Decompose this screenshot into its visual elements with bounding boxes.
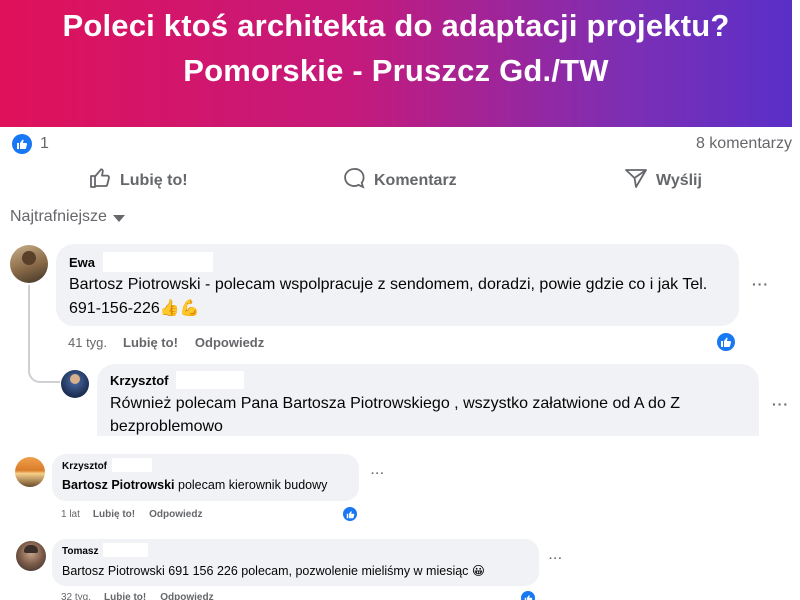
comment-button[interactable]: Komentarz bbox=[342, 166, 457, 195]
comment-meta: 41 tyg. Lubię to! Odpowiedz bbox=[68, 335, 264, 350]
post-title-line-2: Pomorskie - Pruszcz Gd./TW bbox=[183, 53, 609, 88]
comment-options-button[interactable]: ··· bbox=[549, 553, 563, 565]
comment-timestamp[interactable]: 32 tyg. bbox=[61, 592, 91, 600]
send-button-label: Wyślij bbox=[656, 171, 702, 189]
comment-timestamp[interactable]: 41 tyg. bbox=[68, 335, 107, 350]
redacted-name bbox=[111, 458, 152, 472]
avatar[interactable] bbox=[61, 370, 89, 398]
comment-meta: 32 tyg. Lubię to! Odpowiedz bbox=[61, 592, 214, 600]
send-button[interactable]: Wyślij bbox=[624, 166, 702, 195]
comment-button-label: Komentarz bbox=[374, 171, 457, 189]
redacted-name bbox=[176, 370, 245, 389]
comment-author[interactable]: Tomasz bbox=[62, 546, 99, 557]
comment-count-link[interactable]: 8 komentarzy bbox=[696, 135, 792, 153]
post-header-banner: Poleci ktoś architekta do adaptacji proj… bbox=[0, 0, 792, 127]
comment-like-button[interactable]: Lubię to! bbox=[93, 509, 135, 520]
reactions-summary: 1 8 komentarzy bbox=[12, 133, 800, 155]
like-reaction-icon[interactable] bbox=[12, 134, 32, 154]
comment-bubble-icon bbox=[342, 166, 366, 195]
comment-reply-button[interactable]: Odpowiedz bbox=[195, 335, 264, 350]
comment-author[interactable]: Krzysztof bbox=[110, 373, 169, 388]
comment-author[interactable]: Krzysztof bbox=[62, 461, 107, 472]
sort-label: Najtrafniejsze bbox=[10, 208, 107, 225]
post-action-bar: Lubię to! Komentarz Wyślij bbox=[0, 162, 792, 198]
like-reaction-icon[interactable] bbox=[715, 331, 737, 353]
avatar[interactable] bbox=[10, 245, 48, 283]
comment-bubble: Krzysztof Również polecam Pana Bartosza … bbox=[97, 364, 759, 436]
comment-meta: 1 lat Lubię to! Odpowiedz bbox=[61, 509, 202, 520]
comment-text: Bartosz Piotrowski 691 156 226 polecam, … bbox=[62, 564, 485, 578]
send-icon bbox=[624, 166, 648, 195]
comment-reply-button[interactable]: Odpowiedz bbox=[149, 509, 202, 520]
comment-text: Bartosz Piotrowski - polecam wspolpracuj… bbox=[69, 276, 708, 317]
comment-options-button[interactable]: ··· bbox=[772, 396, 789, 412]
like-reaction-icon[interactable] bbox=[519, 589, 537, 600]
mention-link[interactable]: Bartosz Piotrowski bbox=[62, 478, 175, 492]
comment-options-button[interactable]: ··· bbox=[752, 276, 769, 292]
redacted-name bbox=[103, 543, 149, 557]
comment-reply-button[interactable]: Odpowiedz bbox=[160, 592, 213, 600]
comment-sort-dropdown[interactable]: Najtrafniejsze bbox=[10, 208, 125, 226]
reaction-count[interactable]: 1 bbox=[40, 135, 49, 153]
comment-like-button[interactable]: Lubię to! bbox=[123, 335, 178, 350]
avatar[interactable] bbox=[16, 541, 46, 571]
post-title-line-1: Poleci ktoś architekta do adaptacji proj… bbox=[62, 8, 730, 43]
comment-timestamp[interactable]: 1 lat bbox=[61, 509, 80, 520]
redacted-name bbox=[102, 251, 213, 272]
comment-bubble: Ewa Bartosz Piotrowski - polecam wspolpr… bbox=[56, 244, 739, 326]
comment-text: Również polecam Pana Bartosza Piotrowski… bbox=[110, 395, 681, 435]
reply-thread-line bbox=[28, 285, 60, 383]
comment-bubble: Krzysztof Bartosz Piotrowski polecam kie… bbox=[52, 454, 359, 501]
comment-text: Bartosz Piotrowski polecam kierownik bud… bbox=[62, 478, 327, 492]
like-reaction-icon[interactable] bbox=[341, 505, 359, 523]
like-button[interactable]: Lubię to! bbox=[88, 166, 188, 195]
chevron-down-icon bbox=[112, 215, 125, 222]
comment-text-body: polecam kierownik budowy bbox=[174, 478, 328, 492]
like-button-label: Lubię to! bbox=[120, 171, 188, 189]
thumbs-up-icon bbox=[88, 166, 112, 195]
comment-options-button[interactable]: ··· bbox=[371, 468, 385, 480]
comment-like-button[interactable]: Lubię to! bbox=[104, 592, 146, 600]
comment-bubble: Tomasz Bartosz Piotrowski 691 156 226 po… bbox=[52, 539, 539, 586]
avatar[interactable] bbox=[15, 457, 45, 487]
comment-author[interactable]: Ewa bbox=[69, 255, 95, 270]
